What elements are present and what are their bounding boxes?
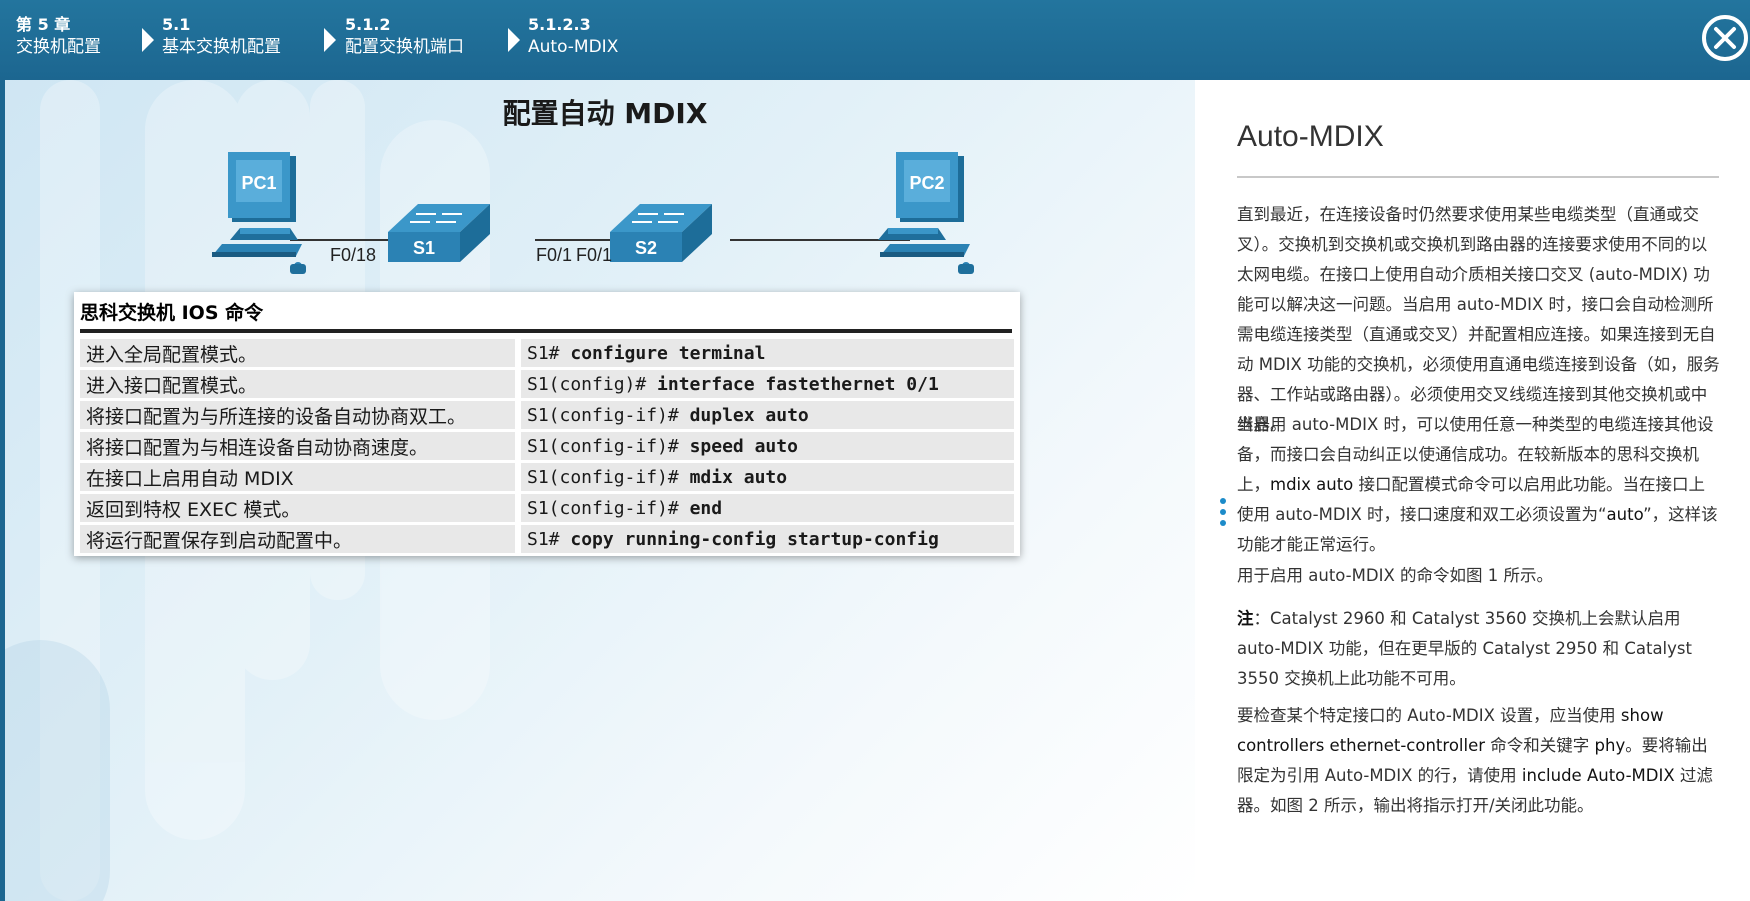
ios-table-title: 思科交换机 IOS 命令 [80,302,264,324]
switch-s1-label: S1 [413,238,435,258]
breadcrumb-separator-icon [508,28,520,52]
figure-title: 配置自动 MDIX [502,97,708,130]
ios-table: 进入全局配置模式。 S1# configure terminal 进入接口配置模式。… [80,336,1014,556]
breadcrumb-topic-number: 5.1.2.3 [528,15,591,34]
command-description: 进入接口配置模式。 [80,370,521,398]
command-cell: S1# configure terminal [521,339,1014,367]
note-label: 注 [1237,609,1254,628]
figure-pane: 配置自动 MDIX PC1 S1 S2 PC2 F0/18 F0/1 F0/1 … [0,80,1195,901]
breadcrumb-section[interactable]: 5.1 基本交换机配置 [162,14,281,58]
command-prompt: S1(config-if)# [527,497,690,519]
command-prompt: S1(config-if)# [527,466,690,488]
command-cell: S1(config-if)# speed auto [521,432,1014,460]
table-row: 进入全局配置模式。 S1# configure terminal [80,339,1014,367]
command-prompt: S1(config)# [527,373,658,395]
section-title: Auto-MDIX [1237,120,1384,153]
command-keyword-phy: phy [1594,736,1626,755]
breadcrumb-chapter-label: 交换机配置 [16,37,101,57]
network-topology: PC1 S1 S2 PC2 F0/18 F0/1 F0/1 [212,152,974,274]
port-label-s1-f018: F0/18 [330,245,376,265]
breadcrumb-separator-icon [142,28,154,52]
switch-s1-icon: S1 [388,204,490,262]
dot-icon [1220,520,1226,526]
command-cell: S1(config)# interface fastethernet 0/1 [521,370,1014,398]
ios-command-table: 思科交换机 IOS 命令 进入全局配置模式。 S1# configure term… [74,292,1020,556]
switch-s2-icon: S2 [610,204,712,262]
breadcrumb-subsection[interactable]: 5.1.2 配置交换机端口 [345,14,464,58]
paragraph-verify-text-b: 命令和关键字 [1485,736,1595,755]
note-text: ：Catalyst 2960 和 Catalyst 3560 交换机上会默认启用… [1237,609,1692,688]
breadcrumb-subsection-number: 5.1.2 [345,15,391,34]
command-description: 将接口配置为与所连接的设备自动协商双工。 [80,401,521,429]
command-text: duplex auto [689,404,809,426]
command-text: end [689,497,723,519]
breadcrumb-section-number: 5.1 [162,15,191,34]
breadcrumb-topic-label: Auto-MDIX [528,37,619,57]
command-keyword-mdix-auto: mdix auto [1270,475,1354,494]
pc2-icon: PC2 [878,152,974,274]
command-keyword-include: include Auto-MDIX [1521,766,1675,785]
left-edge-strip [0,80,5,901]
command-text: mdix auto [689,466,788,488]
table-row: 在接口上启用自动 MDIX S1(config-if)# mdix auto [80,463,1014,491]
close-icon [1714,27,1736,49]
command-cell: S1(config-if)# end [521,494,1014,522]
command-prompt: S1(config-if)# [527,435,690,457]
dot-icon [1220,509,1226,515]
paragraph-note: 注：Catalyst 2960 和 Catalyst 3560 交换机上会默认启… [1237,604,1721,694]
table-row: 返回到特权 EXEC 模式。 S1(config-if)# end [80,494,1014,522]
breadcrumb-chapter[interactable]: 第 5 章 交换机配置 [16,14,101,58]
table-row: 进入接口配置模式。 S1(config)# interface fastether… [80,370,1014,398]
table-row: 将运行配置保存到启动配置中。 S1# copy running-config st… [80,525,1014,553]
breadcrumb-separator-icon [324,28,336,52]
command-description: 返回到特权 EXEC 模式。 [80,494,521,522]
command-cell: S1# copy running-config startup-config [521,525,1014,553]
close-button[interactable] [1702,15,1748,61]
switch-s2-label: S2 [635,238,657,258]
paragraph-figure-ref: 用于启用 auto-MDIX 的命令如图 1 所示。 [1237,566,1553,585]
command-keyword-auto: auto [1606,505,1644,524]
command-text: copy running-config startup-config [570,528,939,550]
command-text: configure terminal [570,342,766,364]
section-divider [1237,176,1719,178]
table-row: 将接口配置为与所连接的设备自动协商双工。 S1(config-if)# duple… [80,401,1014,429]
breadcrumb-subsection-label: 配置交换机端口 [345,37,464,57]
pane-resize-handle[interactable] [1220,498,1226,531]
command-text: interface fastethernet 0/1 [657,373,939,395]
port-label-s2-f01: F0/1 [576,245,612,265]
pc2-label: PC2 [909,173,944,193]
paragraph-verify-text-a: 要检查某个特定接口的 Auto-MDIX 设置，应当使用 [1237,706,1621,725]
header-bar: 第 5 章 交换机配置 5.1 基本交换机配置 5.1.2 配置交换机端口 5.… [0,0,1750,80]
command-prompt: S1# [527,528,571,550]
text-pane: Auto-MDIX 直到最近，在连接设备时仍然要求使用某些电缆类型（直通或交叉）… [1195,80,1750,901]
command-text: speed auto [689,435,798,457]
breadcrumb-section-label: 基本交换机配置 [162,37,281,57]
breadcrumb-topic[interactable]: 5.1.2.3 Auto-MDIX [528,14,618,58]
command-description: 将运行配置保存到启动配置中。 [80,525,521,553]
command-prompt: S1(config-if)# [527,404,690,426]
command-description: 将接口配置为与相连设备自动协商速度。 [80,432,521,460]
paragraph-verify: 要检查某个特定接口的 Auto-MDIX 设置，应当使用 show contro… [1237,701,1721,821]
command-prompt: S1# [527,342,571,364]
table-row: 将接口配置为与相连设备自动协商速度。 S1(config-if)# speed a… [80,432,1014,460]
command-description: 进入全局配置模式。 [80,339,521,367]
pc1-label: PC1 [241,173,276,193]
command-cell: S1(config-if)# duplex auto [521,401,1014,429]
pc1-icon: PC1 [212,152,306,274]
breadcrumb-chapter-number: 第 5 章 [16,15,71,34]
paragraph-intro: 直到最近，在连接设备时仍然要求使用某些电缆类型（直通或交叉）。交换机到交换机或交… [1237,205,1720,434]
command-cell: S1(config-if)# mdix auto [521,463,1014,491]
port-label-s1-f01: F0/1 [536,245,572,265]
command-description: 在接口上启用自动 MDIX [80,463,521,491]
paragraph-usage: 当启用 auto-MDIX 时，可以使用任意一种类型的电缆连接其他设备，而接口会… [1237,410,1721,560]
dot-icon [1220,498,1226,504]
ios-table-divider [80,329,1012,333]
